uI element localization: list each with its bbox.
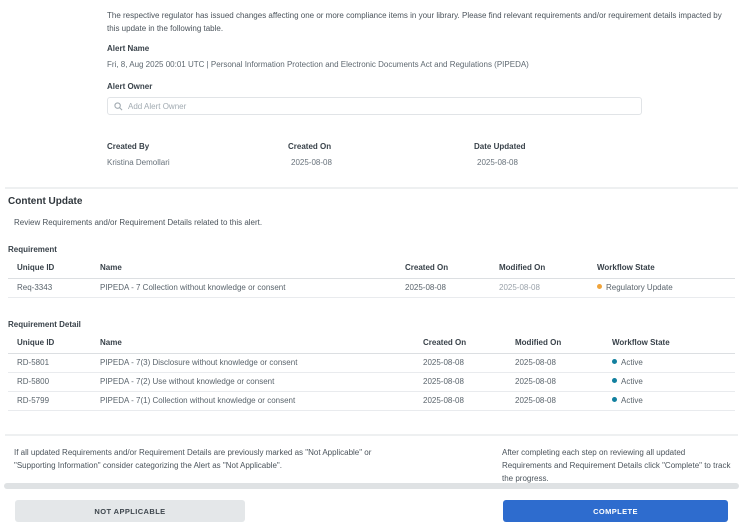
- col-header-modified-on: Modified On: [499, 258, 597, 279]
- cell-workflow-state: Active: [612, 354, 735, 373]
- workflow-state-dot: [612, 397, 617, 402]
- cell-unique-id: RD-5799: [8, 392, 100, 411]
- col-header-unique-id: Unique ID: [8, 258, 100, 279]
- workflow-state-text: Regulatory Update: [606, 283, 673, 292]
- workflow-state-dot: [612, 378, 617, 383]
- col-header-unique-id: Unique ID: [8, 333, 100, 354]
- search-icon: [114, 102, 123, 111]
- cell-name: PIPEDA - 7(1) Collection without knowled…: [100, 392, 423, 411]
- intro-text: The respective regulator has issued chan…: [107, 9, 735, 35]
- col-header-created-on: Created On: [423, 333, 515, 354]
- not-applicable-button[interactable]: NOT APPLICABLE: [15, 500, 245, 522]
- workflow-state-dot: [612, 359, 617, 364]
- workflow-state-text: Active: [621, 377, 643, 386]
- requirement-detail-header-row: Unique ID Name Created On Modified On Wo…: [8, 333, 735, 354]
- cell-modified-on: 2025-08-08: [515, 373, 612, 392]
- alert-owner-label: Alert Owner: [107, 82, 735, 91]
- section-divider: [5, 187, 738, 189]
- content-update-title: Content Update: [8, 196, 735, 207]
- cell-workflow-state: Active: [612, 373, 735, 392]
- alert-owner-search[interactable]: [107, 97, 642, 115]
- requirement-detail-table-label: Requirement Detail: [8, 320, 735, 329]
- footer-buttons: NOT APPLICABLE COMPLETE: [0, 500, 743, 522]
- workflow-state-text: Active: [621, 358, 643, 367]
- created-on-label: Created On: [288, 142, 474, 151]
- alert-owner-input[interactable]: [128, 99, 635, 113]
- complete-note: After completing each step on reviewing …: [502, 446, 735, 485]
- alert-name-value: Fri, 8, Aug 2025 00:01 UTC | Personal In…: [107, 60, 735, 69]
- alert-meta-row: Created By Kristina Demollari Created On…: [107, 142, 735, 167]
- cell-name: PIPEDA - 7(2) Use without knowledge or c…: [100, 373, 423, 392]
- created-by-label: Created By: [107, 142, 288, 151]
- cell-modified-on: 2025-08-08: [515, 392, 612, 411]
- cell-modified-on: 2025-08-08: [515, 354, 612, 373]
- cell-created-on: 2025-08-08: [405, 279, 499, 298]
- requirement-table-header-row: Unique ID Name Created On Modified On Wo…: [8, 258, 735, 279]
- complete-button[interactable]: COMPLETE: [503, 500, 728, 522]
- cell-created-on: 2025-08-08: [423, 354, 515, 373]
- col-header-created-on: Created On: [405, 258, 499, 279]
- alert-header-section: The respective regulator has issued chan…: [0, 0, 743, 167]
- horizontal-scrollbar[interactable]: [4, 483, 739, 489]
- col-header-name: Name: [100, 258, 405, 279]
- cell-created-on: 2025-08-08: [423, 392, 515, 411]
- cell-modified-on: 2025-08-08: [499, 279, 597, 298]
- requirement-table: Unique ID Name Created On Modified On Wo…: [8, 258, 735, 298]
- not-applicable-note: If all updated Requirements and/or Requi…: [7, 446, 379, 485]
- cell-name: PIPEDA - 7(3) Disclosure without knowled…: [100, 354, 423, 373]
- cell-unique-id: RD-5801: [8, 354, 100, 373]
- created-by-value: Kristina Demollari: [107, 158, 288, 167]
- table-row[interactable]: RD-5801 PIPEDA - 7(3) Disclosure without…: [8, 354, 735, 373]
- col-header-workflow-state: Workflow State: [612, 333, 735, 354]
- cell-created-on: 2025-08-08: [423, 373, 515, 392]
- date-updated-label: Date Updated: [474, 142, 526, 151]
- cell-workflow-state: Regulatory Update: [597, 279, 735, 298]
- cell-unique-id: RD-5800: [8, 373, 100, 392]
- content-update-description: Review Requirements and/or Requirement D…: [14, 218, 735, 227]
- footer-notes: If all updated Requirements and/or Requi…: [0, 436, 743, 485]
- content-update-section: Content Update Review Requirements and/o…: [0, 196, 743, 411]
- requirement-table-label: Requirement: [8, 245, 735, 254]
- date-updated-value: 2025-08-08: [474, 158, 526, 167]
- requirement-detail-table: Unique ID Name Created On Modified On Wo…: [8, 333, 735, 411]
- col-header-modified-on: Modified On: [515, 333, 612, 354]
- workflow-state-dot: [597, 284, 602, 289]
- col-header-name: Name: [100, 333, 423, 354]
- alert-name-label: Alert Name: [107, 44, 735, 53]
- col-header-workflow-state: Workflow State: [597, 258, 735, 279]
- table-row[interactable]: RD-5799 PIPEDA - 7(1) Collection without…: [8, 392, 735, 411]
- cell-name: PIPEDA - 7 Collection without knowledge …: [100, 279, 405, 298]
- cell-workflow-state: Active: [612, 392, 735, 411]
- created-on-value: 2025-08-08: [288, 158, 474, 167]
- table-row[interactable]: Req-3343 PIPEDA - 7 Collection without k…: [8, 279, 735, 298]
- workflow-state-text: Active: [621, 396, 643, 405]
- table-row[interactable]: RD-5800 PIPEDA - 7(2) Use without knowle…: [8, 373, 735, 392]
- cell-unique-id: Req-3343: [8, 279, 100, 298]
